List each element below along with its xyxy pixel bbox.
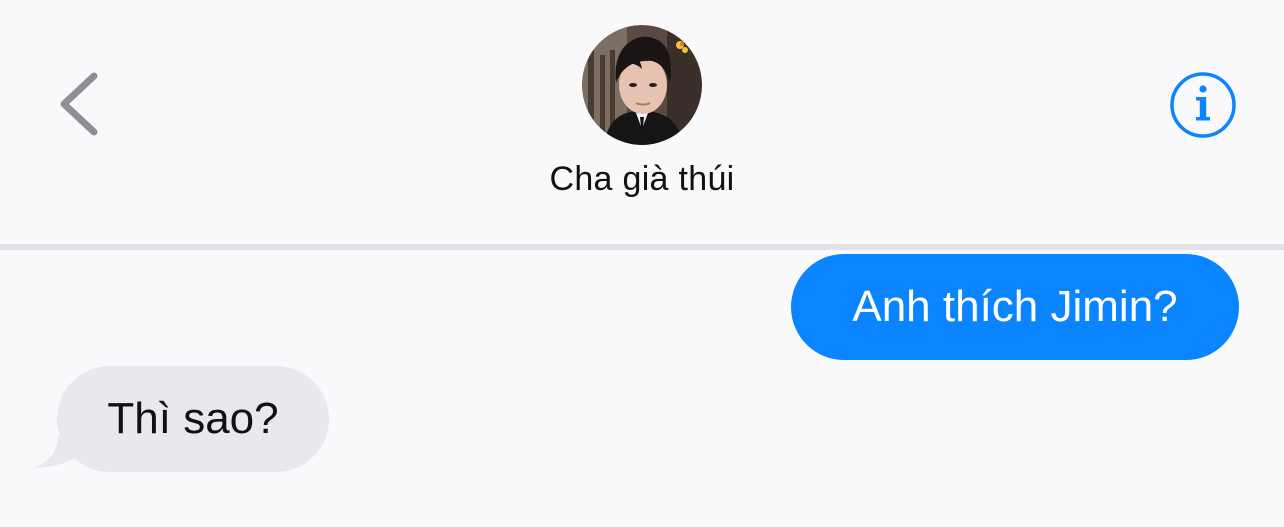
chevron-left-icon [60, 72, 98, 136]
outgoing-message-bubble[interactable]: Anh thích Jimin? [791, 254, 1239, 360]
contact-name[interactable]: Cha già thúi [442, 160, 842, 199]
incoming-message-text: Thì sao? [107, 394, 279, 443]
contact-photo [582, 25, 702, 145]
outgoing-message-text: Anh thích Jimin? [852, 282, 1178, 331]
incoming-message-bubble[interactable]: Thì sao? [57, 366, 329, 472]
contact-avatar[interactable] [582, 25, 702, 145]
conversation-header: Cha già thúi [0, 0, 1284, 246]
info-circle-icon [1170, 72, 1236, 138]
back-button[interactable] [52, 66, 112, 142]
info-button[interactable] [1168, 70, 1238, 140]
header-divider [0, 244, 1284, 250]
